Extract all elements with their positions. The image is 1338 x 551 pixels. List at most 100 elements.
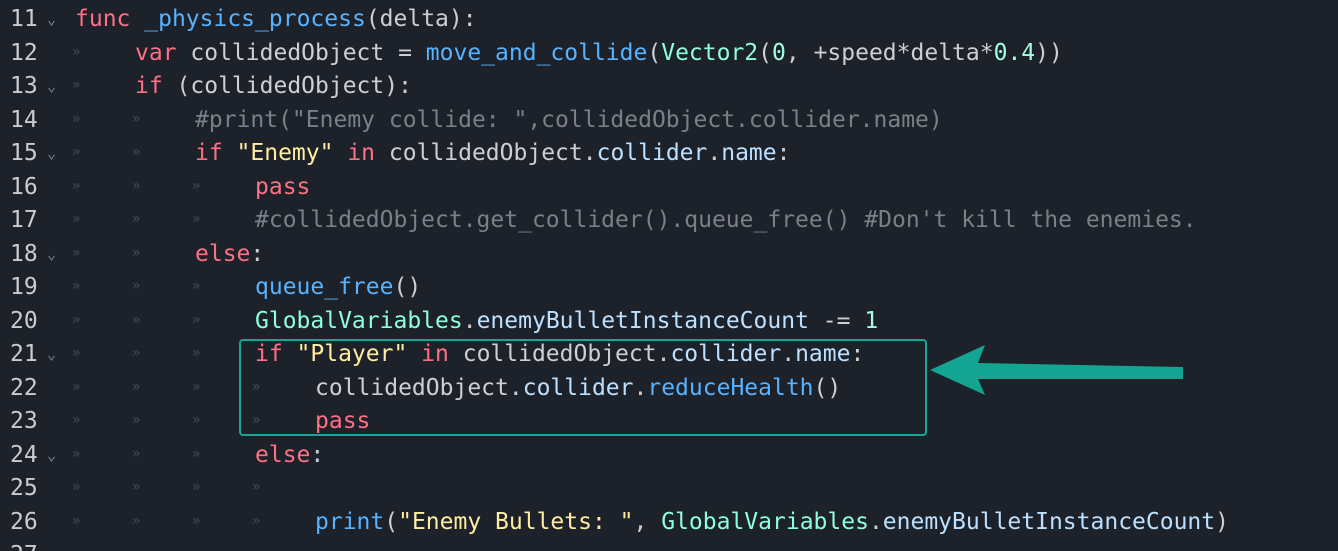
gutter: 23 <box>0 405 72 439</box>
tab-marker-icon: » <box>192 512 201 529</box>
code-line[interactable]: 14 » » #print("Enemy collide: ",collidedObj… <box>0 104 1338 138</box>
code-token: pass <box>315 408 371 434</box>
tab-marker-icon: » <box>72 110 81 127</box>
gutter: 11 ⌄ <box>0 3 72 37</box>
code-token: . <box>462 307 477 334</box>
code-line[interactable]: 17 » » » #collidedObject.get_collider().queu… <box>0 204 1338 238</box>
gutter: 22 <box>0 372 72 406</box>
code-token: collidedObject. <box>315 374 523 401</box>
fold-chevron-icon[interactable]: ⌄ <box>47 245 56 263</box>
code-token: ( <box>758 39 773 66</box>
tab-marker-icon: » <box>132 345 141 361</box>
code-token: func <box>75 6 145 32</box>
tab-marker-icon: » <box>72 512 81 529</box>
line-number: 21 <box>10 341 38 367</box>
code-line[interactable]: 26 » » » » print("Enemy Bullets: ", GlobalVar… <box>0 506 1338 540</box>
code-token: 0.4 <box>993 39 1036 66</box>
code-token: GlobalVariables <box>661 508 869 535</box>
gutter: 25 <box>0 472 72 506</box>
gutter: 15 ⌄ <box>0 137 72 171</box>
code-token: 0 <box>772 39 786 66</box>
line-number: 20 <box>10 307 38 334</box>
tab-marker-icon: » <box>192 345 201 361</box>
code-line[interactable]: 16 » » » pass <box>0 171 1338 205</box>
code-text: print("Enemy Bullets: ", GlobalVariables… <box>315 509 1229 535</box>
line-number: 26 <box>10 508 38 535</box>
code-text: pass <box>315 408 370 434</box>
fold-chevron-icon[interactable]: ⌄ <box>47 446 56 464</box>
tab-marker-icon: » <box>192 177 201 194</box>
code-editor[interactable]: 11 ⌄ func _physics_process(delta): 12 » var c… <box>0 0 1338 551</box>
code-text: queue_free() <box>255 274 421 300</box>
code-token: collider <box>596 140 708 166</box>
tab-marker-icon: » <box>132 211 141 227</box>
code-token: else <box>195 240 251 267</box>
code-line[interactable]: 23 » » » » pass <box>0 405 1338 439</box>
gutter: 18 ⌄ <box>0 238 72 272</box>
code-line[interactable]: 13 ⌄ » if (collidedObject): <box>0 70 1338 104</box>
code-token: print <box>315 508 385 535</box>
code-token: collidedObject. <box>462 341 671 367</box>
code-token: "Enemy Bullets: " <box>398 508 634 535</box>
tab-marker-icon: » <box>132 244 141 261</box>
gutter: 20 <box>0 305 72 339</box>
tab-marker-icon: » <box>72 144 81 160</box>
code-token: ) <box>1215 508 1229 535</box>
code-token: var <box>135 39 191 66</box>
tab-marker-icon: » <box>192 278 201 294</box>
code-token: pass <box>255 173 311 200</box>
tab-marker-icon: » <box>72 177 81 194</box>
line-number: 13 <box>10 73 38 99</box>
code-token: . <box>633 374 648 401</box>
code-token: (collidedObject): <box>176 73 412 99</box>
tab-marker-icon: » <box>132 479 141 495</box>
code-line[interactable]: 21 ⌄ » » » if "Player" in collidedObject.coll… <box>0 338 1338 372</box>
tab-marker-icon: » <box>132 177 141 194</box>
code-line[interactable]: 20 » » » GlobalVariables.enemyBulletInstance… <box>0 305 1338 339</box>
code-line[interactable]: 27 <box>0 539 1338 551</box>
code-text: else: <box>195 241 264 267</box>
code-text: else: <box>255 442 324 468</box>
code-line[interactable]: 11 ⌄ func _physics_process(delta): <box>0 3 1338 37</box>
fold-chevron-icon[interactable]: ⌄ <box>47 345 56 363</box>
tab-marker-icon: » <box>252 412 261 428</box>
code-line[interactable]: 24 ⌄ » » » else: <box>0 439 1338 473</box>
code-token: : <box>250 240 265 267</box>
line-number: 27 <box>10 542 38 551</box>
line-number: 15 <box>10 140 38 166</box>
fold-chevron-icon[interactable]: ⌄ <box>47 77 56 95</box>
code-text: func _physics_process(delta): <box>75 6 477 32</box>
line-number: 14 <box>10 106 38 133</box>
code-token: _physics_process <box>144 6 366 32</box>
code-line[interactable]: 18 ⌄ » » else: <box>0 238 1338 272</box>
tab-marker-icon: » <box>192 479 201 495</box>
code-line[interactable]: 25 » » » » <box>0 472 1338 506</box>
code-token: in <box>407 341 463 367</box>
code-token: -= <box>808 307 865 334</box>
code-line[interactable]: 19 » » » queue_free() <box>0 271 1338 305</box>
code-text: pass <box>255 174 310 200</box>
code-line[interactable]: 22 » » » » collidedObject.collider.reduceHeal… <box>0 372 1338 406</box>
line-number: 12 <box>10 39 38 66</box>
code-token: Vector2 <box>661 39 759 66</box>
code-token: . <box>781 341 796 367</box>
code-token: enemyBulletInstanceCount <box>476 307 809 334</box>
tab-marker-icon: » <box>132 378 141 395</box>
fold-chevron-icon[interactable]: ⌄ <box>47 10 56 28</box>
gutter: 13 ⌄ <box>0 70 72 104</box>
code-line[interactable]: 15 ⌄ » » if "Enemy" in collidedObject.collid… <box>0 137 1338 171</box>
code-token: 1 <box>864 307 879 334</box>
fold-chevron-icon[interactable]: ⌄ <box>47 144 56 162</box>
tab-marker-icon: » <box>252 512 261 529</box>
tab-marker-icon: » <box>192 378 201 395</box>
code-token: , <box>633 508 662 535</box>
tab-marker-icon: » <box>72 445 81 462</box>
code-text: if "Enemy" in collidedObject.collider.na… <box>195 140 790 166</box>
code-token: "Enemy" <box>236 140 334 166</box>
gutter: 14 <box>0 104 72 138</box>
code-text: collidedObject.collider.reduceHealth() <box>315 375 841 401</box>
code-line[interactable]: 12 » var collidedObject = move_and_collide… <box>0 37 1338 71</box>
gutter: 24 ⌄ <box>0 439 72 473</box>
line-number: 18 <box>10 240 38 267</box>
tab-marker-icon: » <box>132 278 141 294</box>
